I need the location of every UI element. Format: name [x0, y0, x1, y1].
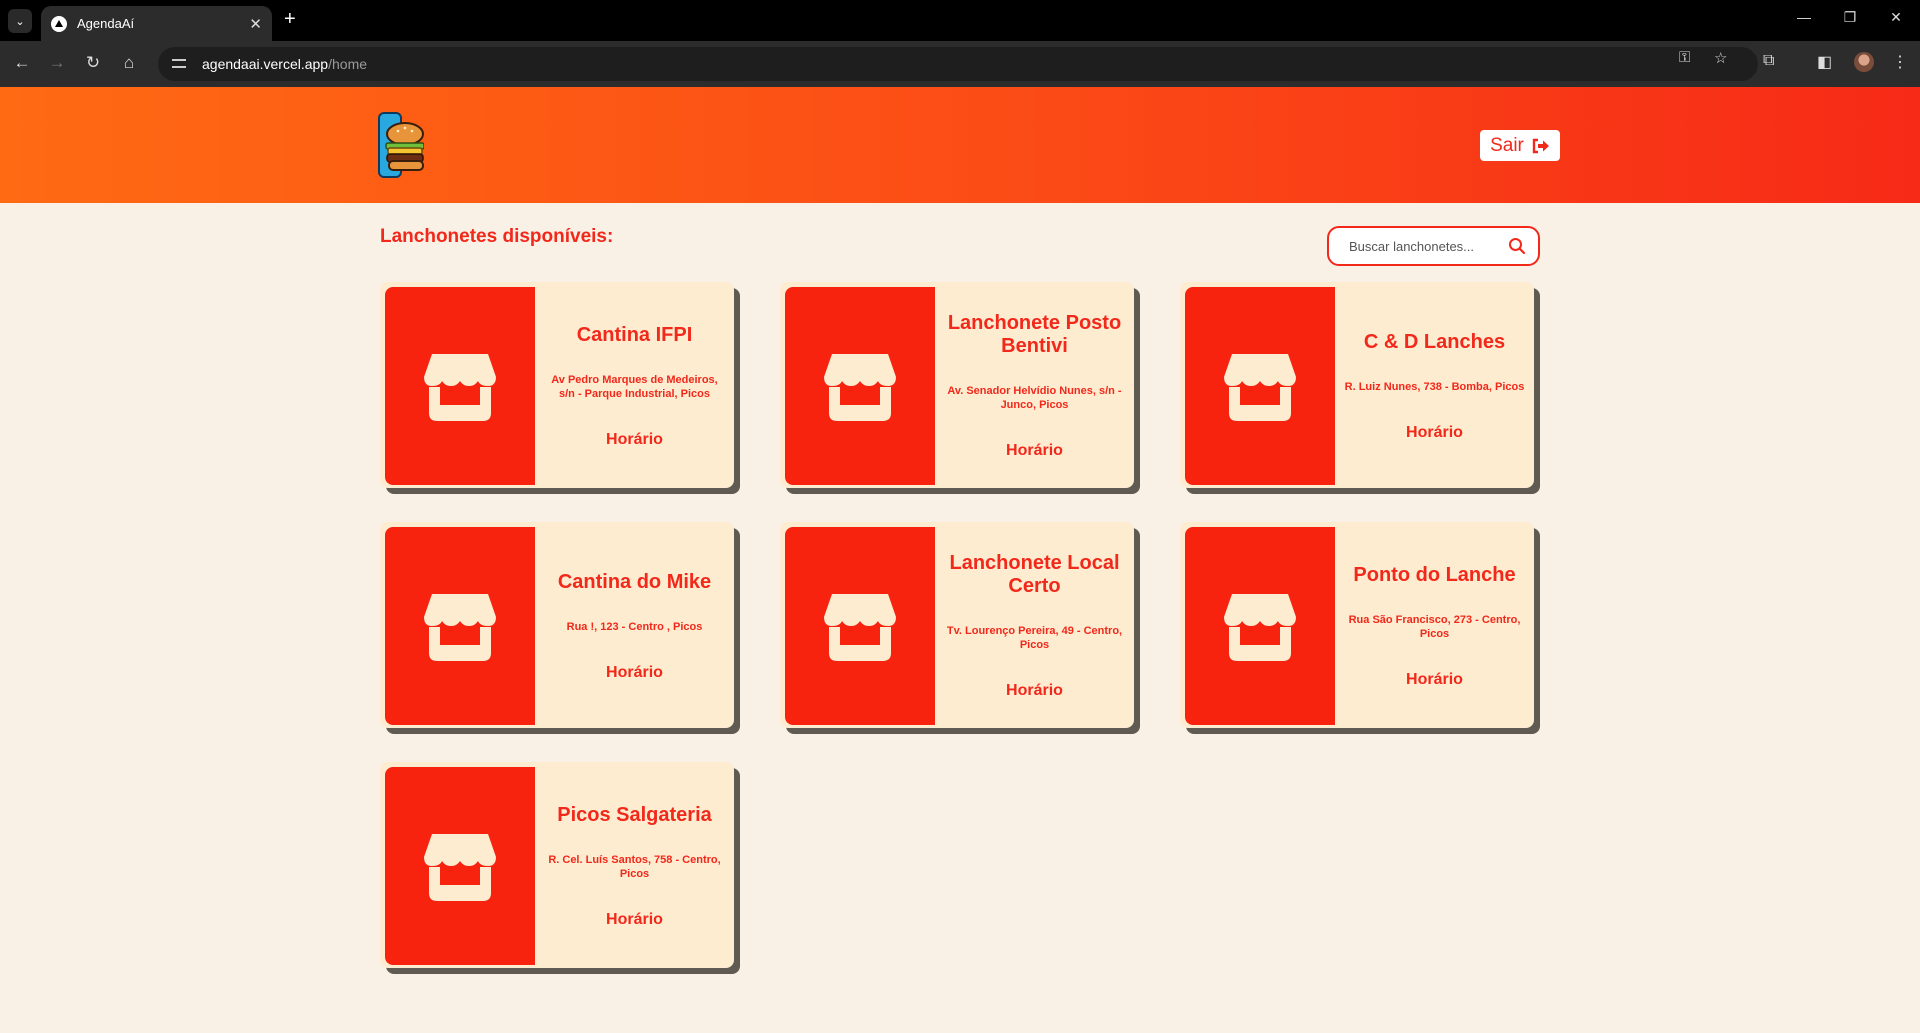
store-icon	[424, 354, 496, 421]
password-key-icon[interactable]: ⚿	[1679, 49, 1690, 66]
restaurant-card[interactable]: Cantina do Mike Rua !, 123 - Centro , Pi…	[380, 522, 734, 728]
card-media	[1185, 527, 1335, 725]
tab-title: AgendaAí	[77, 16, 135, 31]
search-box	[1327, 226, 1540, 266]
window-close-icon[interactable]: ✕	[1884, 9, 1908, 26]
card-address: Av Pedro Marques de Medeiros, s/n - Parq…	[551, 373, 718, 400]
profile-avatar[interactable]	[1854, 52, 1874, 72]
card-body: Lanchonete Local Certo Tv. Lourenço Pere…	[935, 527, 1134, 725]
store-icon	[824, 594, 896, 661]
card-address: Tv. Lourenço Pereira, 49 - Centro, Picos	[946, 625, 1123, 651]
store-icon	[424, 594, 496, 661]
card-media	[385, 767, 535, 965]
restaurant-card[interactable]: Cantina IFPI Av Pedro Marques de Medeiro…	[380, 282, 734, 488]
url-path: /home	[328, 56, 368, 72]
card-media	[385, 287, 535, 485]
url-host: agendaai.vercel.app	[202, 56, 329, 72]
card-hours-link[interactable]: Horário	[1406, 424, 1463, 442]
card-media	[1185, 287, 1335, 485]
restaurant-card[interactable]: Picos Salgateria R. Cel. Luís Santos, 75…	[380, 762, 734, 968]
reload-icon[interactable]: ↻	[82, 53, 104, 73]
restore-icon[interactable]: ❐	[1838, 9, 1862, 26]
card-hours-link[interactable]: Horário	[606, 911, 663, 929]
card-hours-link[interactable]: Horário	[606, 664, 663, 682]
store-icon	[824, 354, 896, 421]
card-body: Cantina do Mike Rua !, 123 - Centro , Pi…	[535, 527, 734, 725]
card-name: Lanchonete Local Certo	[949, 552, 1120, 597]
store-icon	[1224, 354, 1296, 421]
card-body: Picos Salgateria R. Cel. Luís Santos, 75…	[535, 767, 734, 965]
browser-tabbar: ⌄ AgendaAí ✕ + — ❐ ✕	[0, 0, 1920, 41]
card-address: R. Luiz Nunes, 738 - Bomba, Picos	[1344, 380, 1525, 393]
restaurant-card[interactable]: Lanchonete Posto Bentivi Av. Senador Hel…	[780, 282, 1134, 488]
card-body: Lanchonete Posto Bentivi Av. Senador Hel…	[935, 287, 1134, 485]
page-title: Lanchonetes disponíveis:	[380, 226, 614, 247]
tab-favicon-icon	[51, 15, 67, 32]
card-address: R. Cel. Luís Santos, 758 - Centro, Picos	[548, 853, 721, 880]
card-name: Cantina do Mike	[557, 570, 712, 593]
card-media	[785, 527, 935, 725]
search-input[interactable]	[1349, 238, 1508, 254]
bookmark-star-icon[interactable]: ☆	[1714, 49, 1727, 67]
card-name: Lanchonete Posto Bentivi	[947, 312, 1122, 357]
burger-logo[interactable]	[378, 112, 424, 178]
card-hours-link[interactable]: Horário	[1006, 442, 1063, 460]
card-media	[385, 527, 535, 725]
card-body: Ponto do Lanche Rua São Francisco, 273 -…	[1335, 527, 1534, 725]
card-hours-link[interactable]: Horário	[1006, 682, 1063, 700]
address-bar[interactable]: agendaai.vercel.app/home	[158, 47, 1758, 81]
restaurant-card[interactable]: C & D Lanches R. Luiz Nunes, 738 - Bomba…	[1180, 282, 1534, 488]
card-name: C & D Lanches	[1363, 330, 1506, 353]
card-address: Rua São Francisco, 273 - Centro, Picos	[1348, 613, 1521, 640]
logout-label: Sair	[1490, 134, 1524, 156]
card-address: Av. Senador Helvídio Nunes, s/n - Junco,…	[947, 385, 1122, 411]
card-name: Ponto do Lanche	[1353, 563, 1516, 586]
minimize-icon[interactable]: —	[1792, 9, 1816, 25]
tab-search-menu-icon[interactable]: ⌄	[8, 9, 32, 33]
tab-close-icon[interactable]: ✕	[249, 15, 262, 33]
logout-button[interactable]: Sair	[1480, 130, 1560, 161]
card-body: C & D Lanches R. Luiz Nunes, 738 - Bomba…	[1335, 287, 1534, 485]
store-icon	[1224, 594, 1296, 661]
menu-kebab-icon[interactable]: ⋮	[1892, 52, 1908, 72]
card-hours-link[interactable]: Horário	[1406, 671, 1463, 689]
card-body: Cantina IFPI Av Pedro Marques de Medeiro…	[535, 287, 734, 485]
restaurant-card[interactable]: Ponto do Lanche Rua São Francisco, 273 -…	[1180, 522, 1534, 728]
card-media	[785, 287, 935, 485]
card-hours-link[interactable]: Horário	[606, 431, 663, 449]
browser-toolbar: ← → ↻ ⌂ agendaai.vercel.app/home ⚿ ☆ ⧉ ◧…	[0, 41, 1920, 87]
new-tab-icon[interactable]: +	[284, 8, 296, 31]
site-info-icon[interactable]	[172, 57, 188, 71]
forward-icon[interactable]: →	[46, 53, 68, 73]
extensions-icon[interactable]: ⧉	[1763, 52, 1774, 70]
card-name: Picos Salgateria	[557, 803, 712, 826]
site-header	[0, 87, 1920, 203]
back-icon[interactable]: ←	[11, 53, 33, 73]
restaurant-card[interactable]: Lanchonete Local Certo Tv. Lourenço Pere…	[780, 522, 1134, 728]
logout-icon	[1532, 138, 1550, 154]
card-address: Rua !, 123 - Centro , Picos	[566, 620, 703, 633]
side-panel-icon[interactable]: ◧	[1817, 52, 1832, 72]
browser-tab[interactable]: AgendaAí ✕	[41, 6, 272, 41]
store-icon	[424, 834, 496, 901]
card-name: Cantina IFPI	[576, 323, 693, 346]
home-icon[interactable]: ⌂	[118, 53, 140, 73]
search-icon[interactable]	[1508, 237, 1526, 255]
